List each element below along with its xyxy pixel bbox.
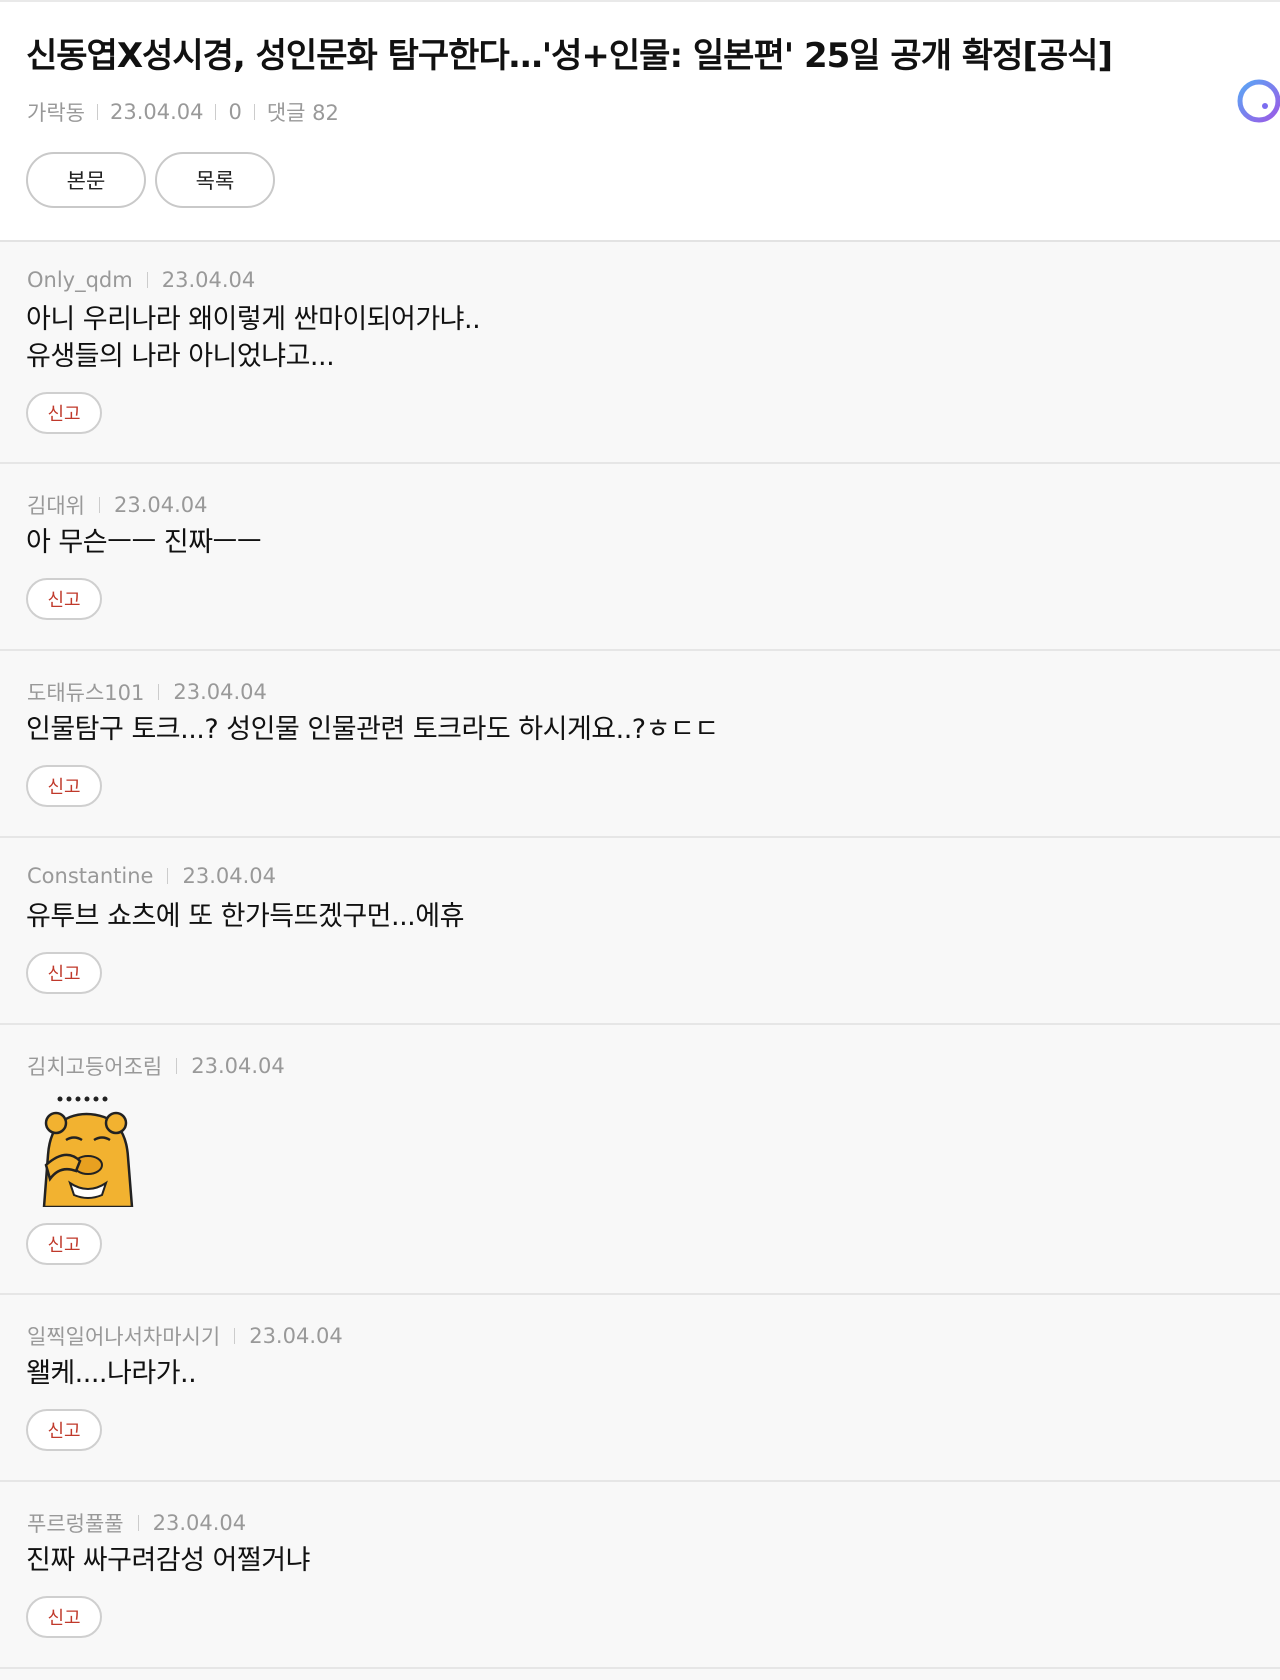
meta-divider: [137, 1515, 139, 1531]
report-button[interactable]: 신고: [26, 578, 102, 620]
comment-item: Only_qdm 23.04.04 아니 우리나라 왜이렇게 싼마이되어가냐..…: [0, 242, 1280, 464]
comment-text: 진짜 싸구려감성 어쩔거냐: [26, 1545, 310, 1576]
meta-divider: [146, 272, 148, 288]
report-button[interactable]: 신고: [26, 392, 102, 434]
comment-item: Constantine 23.04.04 유투브 쇼츠에 또 한가득뜨겠구먼..…: [0, 838, 1280, 1025]
comment-date: 23.04.04: [173, 680, 267, 704]
article-title: 신동엽X성시경, 성인문화 탐구한다…'성+인물: 일본편' 25일 공개 확정…: [26, 36, 1113, 76]
comment-date: 23.04.04: [191, 1054, 285, 1078]
article-date: 23.04.04: [109, 100, 204, 124]
comment-text: 아니 우리나라 왜이렇게 싼마이되어가냐.. 유생들의 나라 아니었냐고...: [26, 304, 481, 372]
article-comment-count[interactable]: 댓글 82: [267, 97, 339, 127]
comment-meta: 도태듀스101 23.04.04: [27, 677, 267, 707]
comment-author[interactable]: 일찍일어나서차마시기: [27, 1321, 220, 1351]
article-meta: 가락동 23.04.04 0 댓글 82: [27, 97, 339, 127]
comment-meta: 김대위 23.04.04: [27, 490, 207, 520]
meta-divider: [167, 868, 169, 884]
comment-meta: 푸르렁풀풀 23.04.04: [27, 1508, 246, 1538]
comment-date: 23.04.04: [113, 493, 208, 517]
report-button[interactable]: 신고: [26, 765, 102, 807]
comment-meta: Only_qdm 23.04.04: [27, 268, 255, 292]
comment-text: 인물탐구 토크...? 성인물 인물관련 토크라도 하시게요..?ㅎㄷㄷ: [26, 714, 719, 745]
comment-item: 김대위 23.04.04 아 무슨ㅡㅡ 진짜ㅡㅡ 신고: [0, 464, 1280, 651]
comment-item: 김치고등어조림 23.04.04 신고: [0, 1025, 1280, 1295]
comment-list: Only_qdm 23.04.04 아니 우리나라 왜이렇게 싼마이되어가냐..…: [0, 242, 1280, 1669]
comment-meta: 일찍일어나서차마시기 23.04.04: [27, 1321, 343, 1351]
article-header: 신동엽X성시경, 성인문화 탐구한다…'성+인물: 일본편' 25일 공개 확정…: [0, 0, 1280, 242]
report-button[interactable]: 신고: [26, 1596, 102, 1638]
comment-meta: 김치고등어조림 23.04.04: [27, 1051, 285, 1081]
article-views: 0: [228, 100, 242, 124]
embarrassed-bear-sticker-icon: [42, 1096, 134, 1207]
comment-date: 23.04.04: [152, 1511, 247, 1535]
comment-text: 유투브 쇼츠에 또 한가득뜨겠구먼...에휴: [26, 901, 464, 932]
comment-author[interactable]: 김대위: [27, 490, 85, 520]
comment-item: 도태듀스101 23.04.04 인물탐구 토크...? 성인물 인물관련 토크…: [0, 651, 1280, 838]
meta-divider: [234, 1328, 236, 1344]
body-button[interactable]: 본문: [26, 152, 146, 208]
comment-text: 아 무슨ㅡㅡ 진짜ㅡㅡ: [26, 527, 262, 558]
loading-spinner-icon: [1237, 79, 1280, 123]
meta-divider: [96, 104, 98, 120]
meta-divider: [176, 1058, 178, 1074]
comment-date: 23.04.04: [182, 864, 276, 888]
comment-date: 23.04.04: [161, 268, 256, 292]
report-button[interactable]: 신고: [26, 1223, 102, 1265]
meta-divider: [215, 104, 217, 120]
report-button[interactable]: 신고: [26, 1409, 102, 1451]
comment-author[interactable]: Only_qdm: [27, 268, 133, 292]
comment-author[interactable]: 도태듀스101: [27, 677, 144, 707]
comment-text: 왤케....나라가..: [26, 1358, 197, 1389]
comment-author[interactable]: 김치고등어조림: [27, 1051, 162, 1081]
meta-divider: [253, 104, 255, 120]
meta-divider: [158, 684, 160, 700]
article-author[interactable]: 가락동: [27, 97, 85, 127]
list-button[interactable]: 목록: [155, 152, 275, 208]
comment-author[interactable]: Constantine: [27, 864, 153, 888]
comment-item: 푸르렁풀풀 23.04.04 진짜 싸구려감성 어쩔거냐 신고: [0, 1482, 1280, 1669]
comment-meta: Constantine 23.04.04: [27, 864, 276, 888]
report-button[interactable]: 신고: [26, 952, 102, 994]
comment-item: 일찍일어나서차마시기 23.04.04 왤케....나라가.. 신고: [0, 1295, 1280, 1482]
meta-divider: [98, 497, 100, 513]
comment-author[interactable]: 푸르렁풀풀: [27, 1508, 124, 1538]
comment-date: 23.04.04: [249, 1324, 343, 1348]
